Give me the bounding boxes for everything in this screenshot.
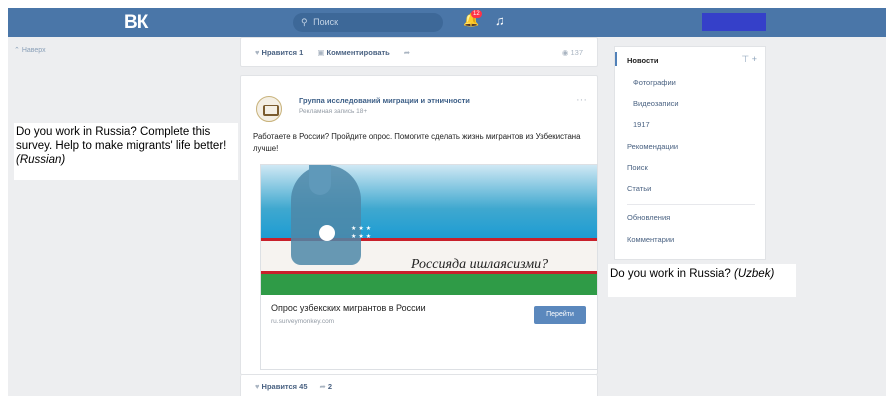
annotation-right-text: Do you work in Russia?	[610, 268, 731, 280]
sponsored-post: Группа исследований миграции и этничност…	[240, 75, 598, 375]
notifications-button[interactable]: 🔔 12	[463, 10, 482, 28]
post-subtitle: Рекламная запись 18+	[299, 108, 368, 115]
views-count: ◉ 137	[561, 48, 583, 57]
like-button[interactable]: ♥ Нравится 45	[255, 382, 308, 391]
vk-logo[interactable]: ВК	[124, 12, 148, 34]
top-bar: ВК ⚲ Поиск 🔔 12 ♫	[8, 8, 886, 37]
chevron-up-icon: ⌃	[14, 47, 20, 54]
menu-item-videos[interactable]: Видеозаписи	[633, 99, 679, 108]
previous-post-actions: ♥ Нравится 1 ▣ Комментировать ➦ ◉ 137	[240, 37, 598, 67]
eye-icon: ◉	[561, 48, 569, 57]
share-icon[interactable]: ➦	[404, 48, 410, 57]
annotation-left: Do you work in Russia? Complete this sur…	[14, 123, 238, 180]
back-to-top-link[interactable]: ⌃ Наверх	[14, 46, 46, 54]
heart-icon: ♥	[255, 382, 260, 391]
annotation-right-lang: (Uzbek)	[734, 268, 775, 280]
menu-item-search[interactable]: Поиск	[627, 163, 648, 172]
search-input[interactable]: ⚲ Поиск	[293, 13, 443, 32]
annotation-left-text: Do you work in Russia? Complete this sur…	[16, 126, 227, 152]
menu-item-news[interactable]: Новости	[627, 56, 658, 65]
user-menu[interactable]	[702, 13, 766, 31]
post-actions: ♥ Нравится 45 ➦ 2	[240, 375, 598, 396]
search-placeholder: Поиск	[313, 17, 339, 27]
share-icon: ➦	[319, 382, 326, 391]
go-button[interactable]: Перейти	[534, 306, 586, 324]
page-frame: ВК ⚲ Поиск 🔔 12 ♫ ⌃ Наверх Do you work i…	[8, 8, 886, 396]
crescent-icon	[319, 225, 335, 241]
share-button[interactable]: ➦ 2	[320, 382, 333, 391]
annotation-left-lang: (Russian)	[16, 154, 66, 166]
menu-item-photos[interactable]: Фотографии	[633, 78, 676, 87]
menu-item-1917[interactable]: 1917	[633, 120, 650, 129]
ad-title[interactable]: Опрос узбекских мигрантов в России	[271, 303, 426, 313]
post-text: Работаете в России? Пройдите опрос. Помо…	[253, 132, 581, 153]
comment-button[interactable]: ▣ Комментировать	[317, 48, 389, 57]
back-to-top-label: Наверх	[21, 47, 46, 54]
comment-icon: ▣	[317, 48, 325, 57]
group-avatar[interactable]	[256, 96, 282, 122]
menu-divider	[627, 204, 755, 205]
menu-item-recommendations[interactable]: Рекомендации	[627, 142, 678, 151]
filter-icon[interactable]: ⊤ +	[741, 54, 757, 65]
menu-item-articles[interactable]: Статьи	[627, 184, 651, 193]
more-options-icon[interactable]: ···	[576, 94, 587, 106]
menu-item-comments[interactable]: Комментарии	[627, 235, 674, 244]
menu-item-updates[interactable]: Обновления	[627, 213, 670, 222]
ad-image-caption: Россияда ишлаясизми?	[411, 257, 549, 272]
music-icon[interactable]: ♫	[495, 13, 505, 28]
search-icon: ⚲	[301, 17, 308, 27]
group-name-link[interactable]: Группа исследований миграции и этничност…	[299, 96, 470, 105]
ad-attachment[interactable]: ★★★ ★★★ Россияда ишлаясизми? Опрос узбекс…	[260, 164, 598, 370]
annotation-right: Do you work in Russia? (Uzbek)	[608, 264, 796, 297]
news-menu: Новости ⊤ + Фотографии Видеозаписи 1917 …	[614, 46, 766, 260]
like-button[interactable]: ♥ Нравится 1	[255, 48, 303, 57]
notification-badge: 12	[471, 10, 482, 18]
heart-icon: ♥	[255, 48, 260, 57]
stars-icon: ★★★ ★★★	[351, 226, 374, 240]
ad-image[interactable]: ★★★ ★★★ Россияда ишлаясизми?	[261, 165, 597, 295]
ad-url: ru.surveymonkey.com	[271, 318, 335, 325]
